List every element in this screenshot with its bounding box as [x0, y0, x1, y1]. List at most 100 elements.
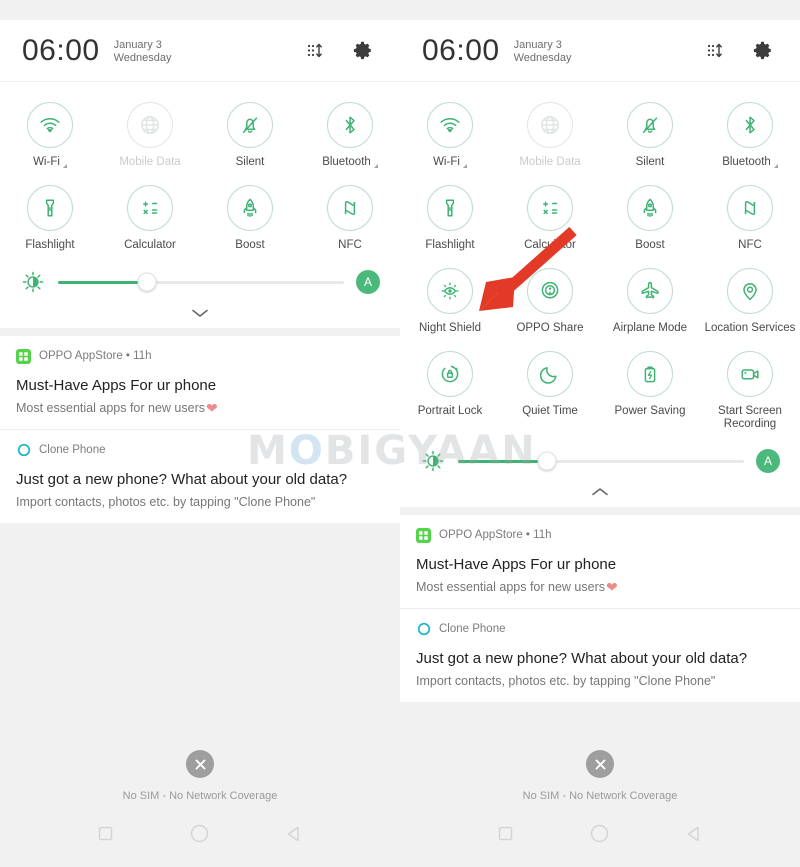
expand-tiles-button[interactable] — [0, 298, 400, 328]
notification-list: OPPO AppStore • 11h Must-Have Apps For ur… — [0, 336, 400, 523]
tile-expand-arrow-icon[interactable] — [773, 163, 778, 168]
moon-icon — [527, 351, 573, 397]
tile-wi-fi[interactable]: Wi-Fi — [400, 92, 500, 175]
tile-silent[interactable]: Silent — [200, 92, 300, 175]
clone-phone-icon — [416, 622, 431, 637]
tile-oppo-share[interactable]: OPPO Share — [500, 258, 600, 341]
tile-label-text: Quiet Time — [522, 405, 578, 417]
tile-nfc[interactable]: NFC — [700, 175, 800, 258]
tile-quiet-time[interactable]: Quiet Time — [500, 341, 600, 437]
date-text: January 3 — [513, 38, 562, 51]
auto-brightness-badge[interactable]: A — [756, 449, 780, 473]
brightness-slider-knob[interactable] — [137, 272, 157, 292]
tile-mobile-data[interactable]: Mobile Data — [500, 92, 600, 175]
tile-calculator[interactable]: Calculator — [500, 175, 600, 258]
gear-icon[interactable] — [748, 36, 778, 66]
tile-night-shield[interactable]: Night Shield — [400, 258, 500, 341]
oppo-share-icon — [527, 268, 573, 314]
tile-expand-arrow-icon[interactable] — [373, 163, 378, 168]
close-circle-icon[interactable] — [586, 750, 614, 778]
notification-item[interactable]: Clone Phone Just got a new phone? What ab… — [0, 430, 400, 523]
tile-label: Calculator — [524, 239, 576, 252]
home-circle-icon[interactable] — [189, 823, 210, 849]
tile-label: NFC — [738, 239, 762, 252]
home-circle-icon[interactable] — [589, 823, 610, 849]
collapse-tiles-button[interactable] — [400, 477, 800, 507]
wifi-icon — [427, 102, 473, 148]
tile-wi-fi[interactable]: Wi-Fi — [0, 92, 100, 175]
sim-status-text: No SIM - No Network Coverage — [522, 790, 678, 802]
location-pin-icon — [727, 268, 773, 314]
bell-muted-icon — [627, 102, 673, 148]
notification-body: Most essential apps for new users ❤ — [16, 400, 384, 417]
notification-body-text: Import contacts, photos etc. by tapping … — [416, 674, 716, 688]
flashlight-icon — [427, 185, 473, 231]
tile-label-text: Night Shield — [418, 322, 481, 334]
tile-expand-arrow-icon[interactable] — [462, 163, 467, 168]
weekday-text: Wednesday — [513, 51, 572, 64]
notification-body: Most essential apps for new users ❤ — [416, 579, 784, 596]
notification-title: Must-Have Apps For ur phone — [16, 377, 217, 394]
tile-label-text: Wi-Fi — [33, 156, 60, 168]
brightness-icon — [20, 269, 46, 295]
tile-airplane-mode[interactable]: Airplane Mode — [600, 258, 700, 341]
edit-tiles-icon[interactable] — [300, 36, 330, 66]
tile-calculator[interactable]: Calculator — [100, 175, 200, 258]
heart-icon: ❤ — [205, 400, 218, 416]
tile-expand-arrow-icon[interactable] — [62, 163, 67, 168]
recents-square-icon[interactable] — [497, 825, 514, 847]
date-block: January 3 Wednesday — [114, 37, 172, 65]
tile-portrait-lock[interactable]: Portrait Lock — [400, 341, 500, 437]
night-shield-icon — [427, 268, 473, 314]
navigation-bar — [400, 823, 800, 849]
tile-boost[interactable]: Boost — [600, 175, 700, 258]
tile-boost[interactable]: Boost — [200, 175, 300, 258]
tile-label-text: Power Saving — [614, 405, 686, 417]
rocket-icon — [227, 185, 273, 231]
back-triangle-icon[interactable] — [285, 825, 303, 848]
dual-screenshot-container: 06:00 January 3 Wednesday Wi-Fi Mobile D… — [0, 0, 800, 867]
notification-item[interactable]: OPPO AppStore • 11h Must-Have Apps For ur… — [400, 515, 800, 608]
brightness-row-collapsed: A — [0, 258, 400, 298]
tile-bluetooth[interactable]: Bluetooth — [300, 92, 400, 175]
tile-label: Calculator — [124, 239, 176, 252]
gear-icon[interactable] — [348, 36, 378, 66]
heart-icon: ❤ — [605, 579, 618, 595]
brightness-slider[interactable] — [58, 272, 344, 292]
tile-silent[interactable]: Silent — [600, 92, 700, 175]
battery-saver-icon — [627, 351, 673, 397]
wifi-icon — [27, 102, 73, 148]
tile-power-saving[interactable]: Power Saving — [600, 341, 700, 437]
notification-item[interactable]: Clone Phone Just got a new phone? What ab… — [400, 609, 800, 702]
brightness-slider[interactable] — [458, 451, 744, 471]
auto-brightness-badge[interactable]: A — [356, 270, 380, 294]
edit-tiles-icon[interactable] — [700, 36, 730, 66]
close-circle-icon[interactable] — [186, 750, 214, 778]
brightness-slider-knob[interactable] — [537, 451, 557, 471]
bottom-status-left: No SIM - No Network Coverage — [0, 750, 400, 802]
recents-square-icon[interactable] — [97, 825, 114, 847]
tile-label: Boost — [635, 239, 664, 252]
tile-label-text: Flashlight — [425, 239, 475, 251]
tile-label: Location Services — [705, 322, 796, 335]
notification-app-name: Clone Phone — [39, 444, 106, 456]
tile-mobile-data[interactable]: Mobile Data — [100, 92, 200, 175]
tile-label-text: Wi-Fi — [433, 156, 460, 168]
tile-location-services[interactable]: Location Services — [700, 258, 800, 341]
notification-item[interactable]: OPPO AppStore • 11h Must-Have Apps For ur… — [0, 336, 400, 429]
tile-label: Bluetooth — [322, 156, 378, 169]
tile-bluetooth[interactable]: Bluetooth — [700, 92, 800, 175]
notification-app-name: Clone Phone — [439, 623, 506, 635]
brightness-slider-fill — [458, 459, 547, 463]
back-triangle-icon[interactable] — [685, 825, 703, 848]
tile-start-screen-recording[interactable]: Start Screen Recording — [700, 341, 800, 437]
tile-label-text: Silent — [635, 156, 665, 168]
notification-app-name: OPPO AppStore • 11h — [439, 529, 552, 541]
tile-nfc[interactable]: NFC — [300, 175, 400, 258]
quick-settings-tile-grid: Wi-Fi Mobile Data Silent Bluetooth Flashligh… — [400, 82, 800, 437]
date-block: January 3 Wednesday — [514, 37, 572, 65]
tile-label-text: Bluetooth — [722, 156, 771, 168]
nfc-icon — [327, 185, 373, 231]
tile-flashlight[interactable]: Flashlight — [400, 175, 500, 258]
tile-flashlight[interactable]: Flashlight — [0, 175, 100, 258]
